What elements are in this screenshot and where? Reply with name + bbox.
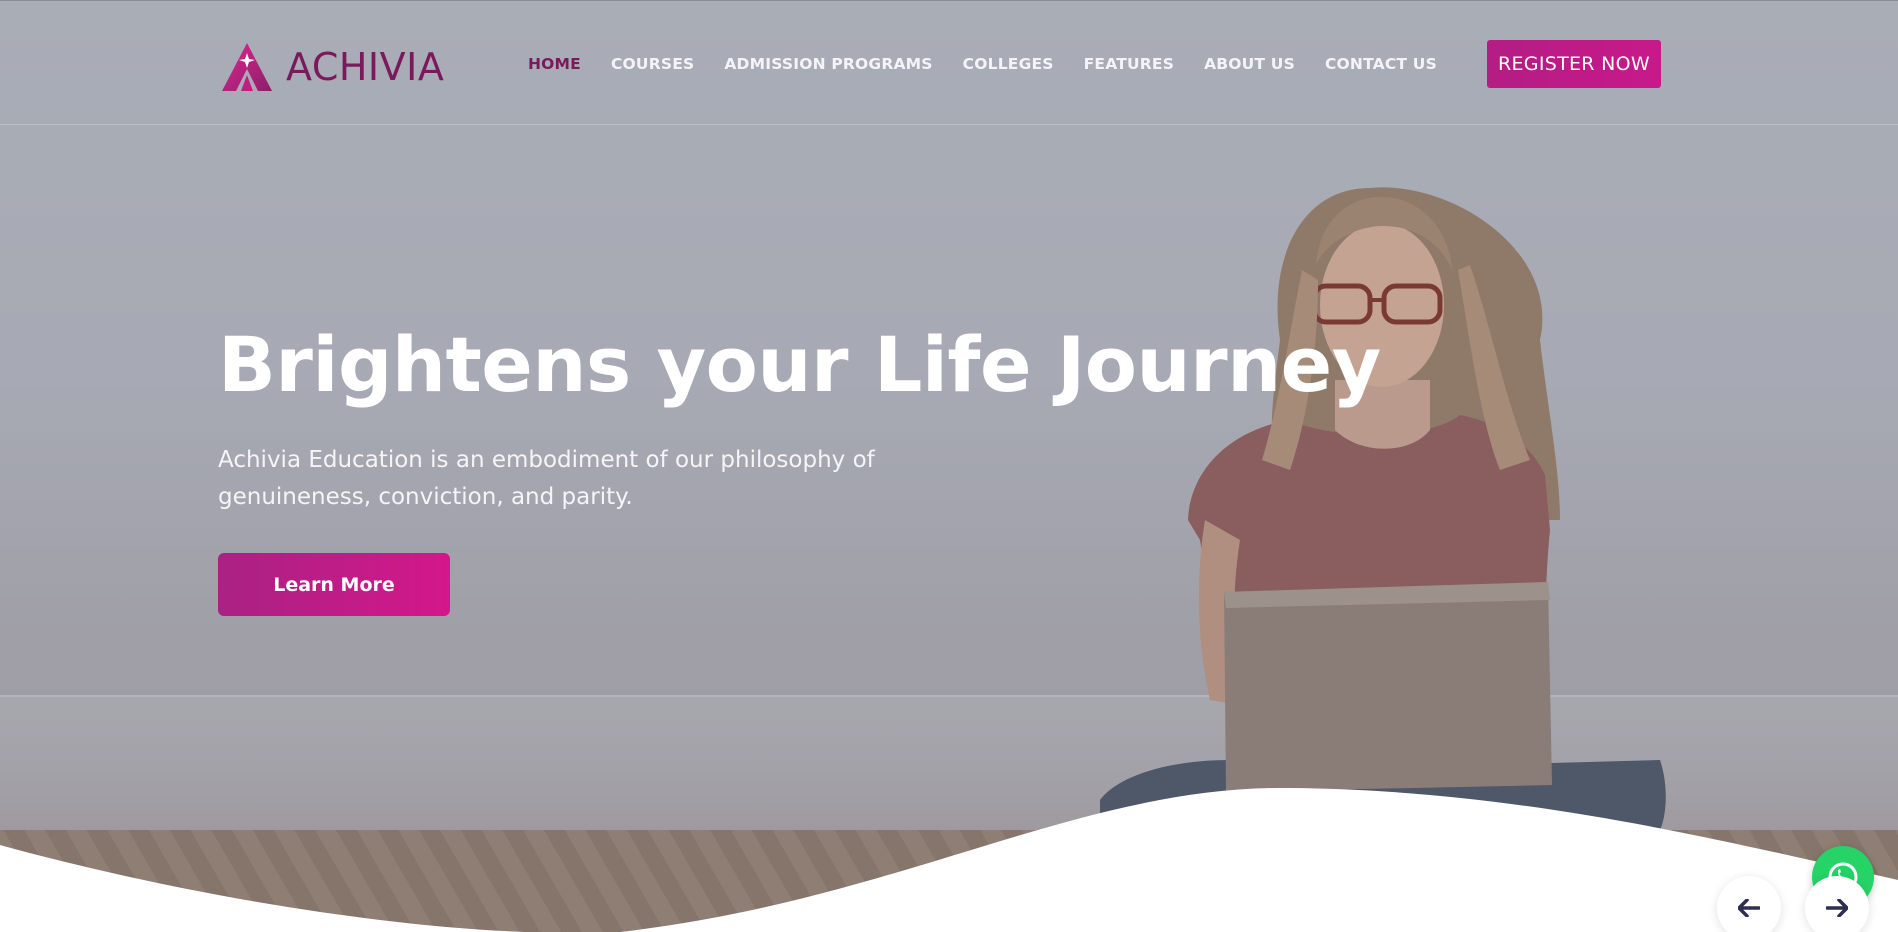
register-now-button[interactable]: REGISTER NOW	[1487, 40, 1661, 88]
brand-logo[interactable]: ACHIVIA	[222, 43, 444, 91]
nav-item-contact-us[interactable]: CONTACT US	[1325, 55, 1437, 73]
learn-more-button[interactable]: Learn More	[218, 553, 450, 616]
arrow-left-icon	[1738, 899, 1760, 917]
hero-wave-divider	[0, 787, 1898, 932]
nav-item-admission-programs[interactable]: ADMISSION PROGRAMS	[724, 55, 932, 73]
hero-title: Brightens your Life Journey	[218, 320, 1381, 409]
arrow-right-icon	[1826, 899, 1848, 917]
nav-item-home[interactable]: HOME	[528, 55, 581, 73]
site-header: ACHIVIA HOME COURSES ADMISSION PROGRAMS …	[0, 0, 1898, 125]
slider-prev-button[interactable]	[1717, 876, 1781, 932]
nav-item-colleges[interactable]: COLLEGES	[963, 55, 1054, 73]
nav-item-courses[interactable]: COURSES	[611, 55, 694, 73]
slider-next-button[interactable]	[1805, 876, 1869, 932]
nav-item-about-us[interactable]: ABOUT US	[1204, 55, 1295, 73]
brand-name: ACHIVIA	[286, 45, 445, 89]
hero-description: Achivia Education is an embodiment of ou…	[218, 447, 875, 510]
main-nav: HOME COURSES ADMISSION PROGRAMS COLLEGES…	[528, 55, 1437, 73]
nav-item-features[interactable]: FEATURES	[1084, 55, 1174, 73]
logo-icon	[222, 43, 272, 91]
